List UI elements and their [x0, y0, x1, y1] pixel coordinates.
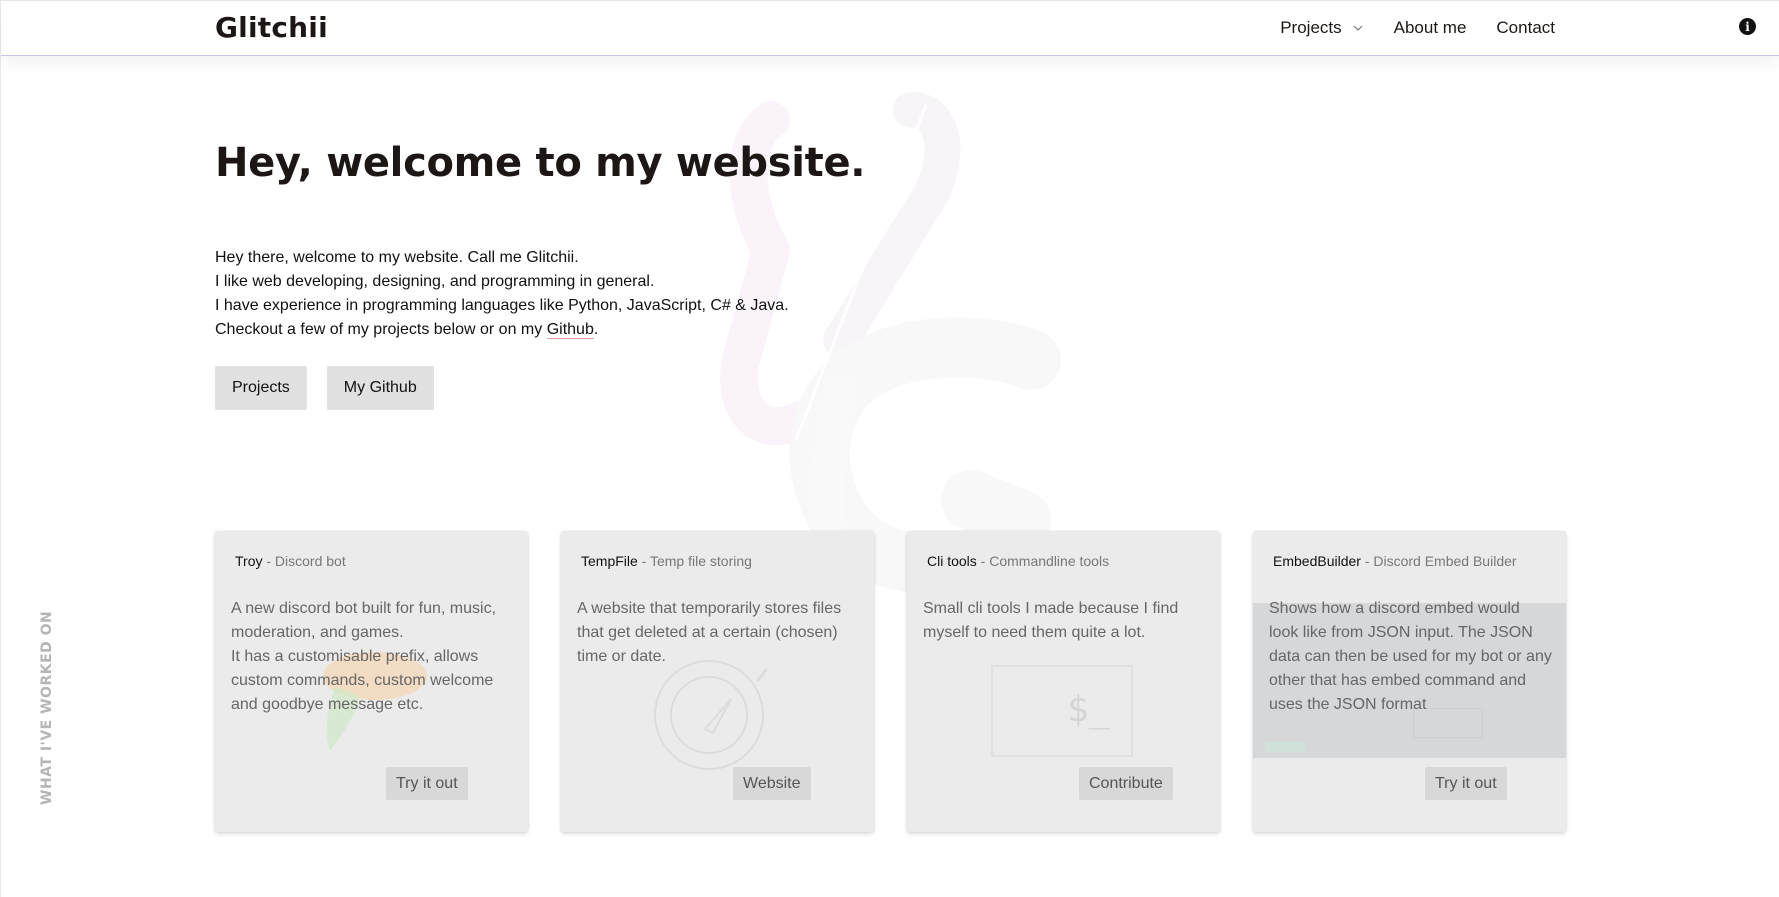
project-card-tempfile: TempFile - Temp file storing A website t…: [561, 531, 874, 832]
try-it-out-button[interactable]: Try it out: [386, 767, 468, 800]
card-subtitle: - Commandline tools: [976, 553, 1110, 569]
intro-line: Checkout a few of my projects below or o…: [215, 318, 865, 342]
nav-projects-dropdown[interactable]: Projects: [1280, 18, 1363, 38]
card-name: Troy: [235, 553, 263, 569]
card-name: EmbedBuilder: [1273, 553, 1361, 569]
card-title: TempFile - Temp file storing: [581, 553, 752, 569]
timer-icon: [654, 660, 769, 770]
github-link[interactable]: Github: [546, 321, 594, 339]
intro-line-text: Checkout a few of my projects below or o…: [215, 321, 547, 338]
brand-logo[interactable]: Glitchii: [215, 11, 328, 44]
info-icon[interactable]: i: [1739, 18, 1756, 35]
chevron-down-icon: [1353, 25, 1363, 31]
intro-line: I like web developing, designing, and pr…: [215, 273, 655, 290]
nav-links: Projects About me Contact: [1250, 18, 1555, 38]
card-subtitle: - Discord Embed Builder: [1360, 553, 1517, 569]
terminal-icon: $_: [991, 665, 1133, 757]
card-subtitle: - Discord bot: [262, 553, 346, 569]
project-card-embedbuilder: EmbedBuilder - Discord Embed Builder Sho…: [1253, 531, 1566, 832]
intro-line-period: .: [593, 321, 599, 338]
intro-line: I have experience in programming languag…: [215, 297, 789, 314]
website-button[interactable]: Website: [733, 767, 811, 800]
section-side-label: WHAT I'VE WORKED ON: [39, 610, 55, 805]
project-card-cli-tools: $_ Cli tools - Commandline tools Small c…: [907, 531, 1220, 832]
card-title: Cli tools - Commandline tools: [927, 553, 1109, 569]
projects-button[interactable]: Projects: [215, 366, 307, 410]
card-title: Troy - Discord bot: [235, 553, 346, 569]
card-description: Shows how a discord embed would look lik…: [1269, 600, 1552, 713]
page-title: Hey, welcome to my website.: [215, 140, 866, 186]
embed-preview-detail: [1265, 742, 1305, 752]
card-description: Small cli tools I made because I find my…: [923, 600, 1179, 641]
card-description: A website that temporarily stores files …: [577, 600, 842, 665]
card-title: EmbedBuilder - Discord Embed Builder: [1273, 553, 1517, 569]
navbar: Glitchii Projects About me Contact i: [1, 0, 1779, 56]
nav-projects-label: Projects: [1280, 18, 1342, 37]
svg-text:$_: $_: [1067, 689, 1111, 730]
nav-contact[interactable]: Contact: [1496, 18, 1555, 38]
project-card-troy: Troy - Discord bot A new discord bot bui…: [215, 531, 528, 832]
contribute-button[interactable]: Contribute: [1079, 767, 1173, 800]
intro-line: Hey there, welcome to my website. Call m…: [215, 249, 579, 266]
card-name: TempFile: [581, 553, 638, 569]
hero-buttons: Projects My Github: [215, 366, 865, 410]
my-github-button[interactable]: My Github: [326, 366, 434, 410]
try-it-out-button[interactable]: Try it out: [1425, 767, 1507, 800]
card-description: A new discord bot built for fun, music, …: [231, 600, 497, 713]
nav-about-me[interactable]: About me: [1394, 18, 1467, 38]
card-subtitle: - Temp file storing: [637, 553, 752, 569]
project-cards: Troy - Discord bot A new discord bot bui…: [215, 531, 1566, 832]
intro-text: Hey there, welcome to my website. Call m…: [215, 246, 865, 342]
card-name: Cli tools: [927, 553, 977, 569]
hero-section: Hey, welcome to my website. Hey there, w…: [215, 140, 866, 410]
